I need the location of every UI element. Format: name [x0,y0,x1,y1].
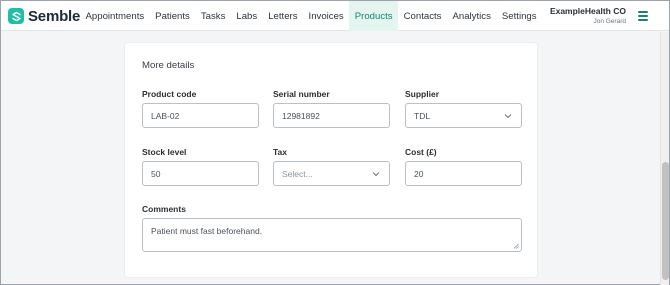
serial-number-value: 12981892 [282,110,320,121]
stock-level-label: Stock level [142,147,187,157]
comments-label: Comments [142,204,186,214]
cost-input[interactable]: 20 [405,161,522,186]
user-name: Jon Gerard [593,18,626,25]
tax-placeholder: Select... [282,168,313,179]
nav-item-labs[interactable]: Labs [231,1,263,31]
supplier-value: TDL [414,110,431,121]
stock-level-input[interactable]: 50 [142,161,259,186]
nav-item-tasks[interactable]: Tasks [195,1,231,31]
tax-label: Tax [273,147,288,157]
nav-item-letters[interactable]: Letters [263,1,303,31]
chevron-down-icon [504,114,512,119]
section-title: More details [142,60,195,71]
nav-item-invoices[interactable]: Invoices [303,1,349,31]
chevron-down-icon [372,172,380,177]
tax-select[interactable]: Select... [273,161,390,186]
stock-level-value: 50 [151,168,161,179]
nav-item-products[interactable]: Products [349,1,399,31]
organization-name: ExampleHealth CO [549,6,626,16]
nav-item-contacts[interactable]: Contacts [398,1,447,31]
nav-item-analytics[interactable]: Analytics [447,1,496,31]
product-code-label: Product code [142,89,197,99]
nav-item-patients[interactable]: Patients [150,1,196,31]
top-navigation-bar: Semble Appointments Patients Tasks Labs Lett… [1,1,669,31]
supplier-label: Supplier [405,89,440,99]
hamburger-menu-icon[interactable] [637,10,649,22]
serial-number-label: Serial number [273,89,330,99]
comments-textarea[interactable]: Patient must fast beforehand. [142,218,522,252]
serial-number-input[interactable]: 12981892 [273,103,390,128]
account-info[interactable]: ExampleHealth CO Jon Gerard [550,6,626,25]
product-code-input[interactable]: LAB-02 [142,103,259,128]
nav-item-appointments[interactable]: Appointments [80,1,150,31]
main-nav: Appointments Patients Tasks Labs Letters Invo… [80,1,542,31]
cost-value: 20 [414,168,424,179]
cost-label: Cost (£) [405,147,437,157]
app-logo[interactable]: Semble [8,7,81,25]
more-details-card: More details Product code LAB-02 Serial … [124,42,538,278]
product-code-value: LAB-02 [151,110,180,121]
nav-item-settings[interactable]: Settings [496,1,542,31]
resize-handle-icon[interactable] [513,243,519,249]
logo-text: Semble [28,7,81,25]
supplier-select[interactable]: TDL [405,103,522,128]
comments-value: Patient must fast beforehand. [151,226,263,236]
scrollbar-thumb[interactable] [662,162,669,280]
page-scrollbar[interactable] [660,32,669,285]
semble-logo-icon [8,8,24,24]
